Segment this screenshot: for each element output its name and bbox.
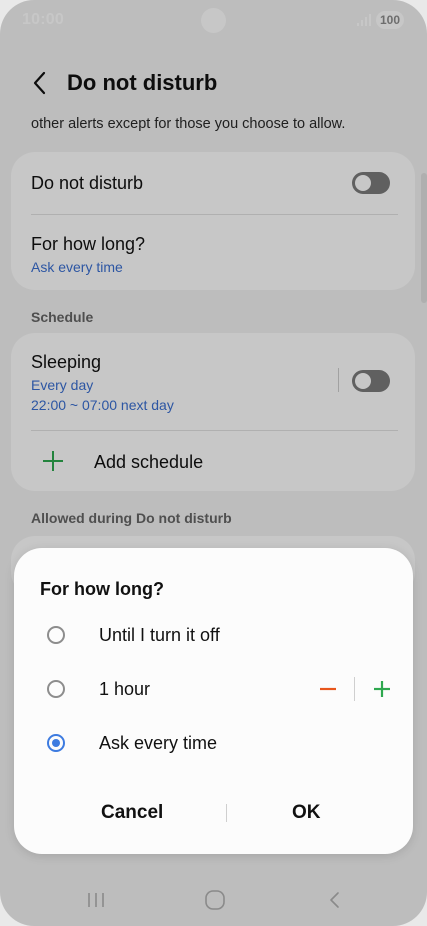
option-one-hour[interactable]: 1 hour bbox=[14, 667, 413, 715]
recent-apps-icon[interactable] bbox=[84, 888, 108, 912]
duration-dialog: For how long? Until I turn it off 1 hour… bbox=[14, 548, 413, 854]
option-label: Until I turn it off bbox=[99, 625, 220, 645]
option-label: Ask every time bbox=[99, 733, 218, 753]
option-label: 1 hour bbox=[99, 679, 151, 699]
home-icon[interactable] bbox=[203, 888, 227, 912]
option-ask-every-time[interactable]: Ask every time bbox=[14, 721, 413, 769]
cancel-button[interactable]: Cancel bbox=[101, 802, 163, 824]
stepper-separator bbox=[354, 677, 355, 701]
phone-screen: 10:00 100 Do not disturb other alerts ex… bbox=[0, 0, 427, 926]
radio-button[interactable] bbox=[47, 626, 65, 644]
increase-button[interactable] bbox=[370, 677, 394, 701]
option-until-off[interactable]: Until I turn it off bbox=[14, 613, 413, 661]
ok-button[interactable]: OK bbox=[292, 802, 321, 824]
navigation-bar bbox=[0, 874, 427, 926]
dialog-title: For how long? bbox=[40, 579, 164, 599]
radio-button[interactable] bbox=[47, 680, 65, 698]
radio-button-selected[interactable] bbox=[47, 734, 65, 752]
button-separator bbox=[226, 804, 227, 822]
back-nav-icon[interactable] bbox=[323, 888, 347, 912]
decrease-button[interactable] bbox=[316, 677, 340, 701]
